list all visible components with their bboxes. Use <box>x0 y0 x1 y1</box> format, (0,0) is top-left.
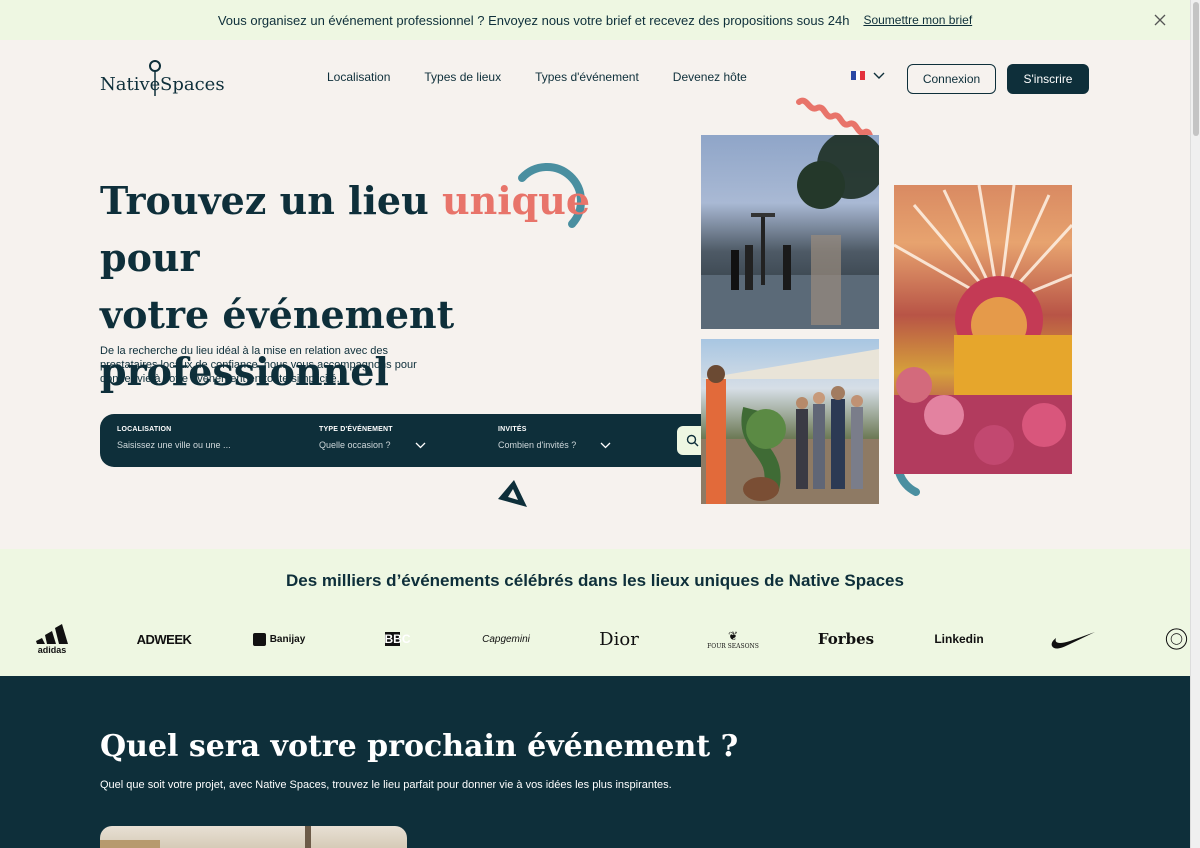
search-bar: LOCALISATION Saisissez une ville ou une … <box>100 414 760 467</box>
nike-logo <box>1048 619 1098 659</box>
language-selector[interactable] <box>851 71 885 80</box>
submit-brief-link[interactable]: Soumettre mon brief <box>863 13 972 27</box>
brands-title: Des milliers d’événements célébrés dans … <box>286 571 904 590</box>
event-type-select[interactable]: Quelle occasion ? <box>319 440 391 450</box>
nav-item-localisation[interactable]: Localisation <box>327 70 390 84</box>
dior-logo: Dior <box>599 628 639 650</box>
next-event-title: Quel sera votre prochain événement ? <box>100 729 739 764</box>
main-nav: Localisation Types de lieux Types d'évén… <box>327 70 747 84</box>
event-type-field[interactable]: TYPE D'ÉVÉNEMENT Quelle occasion ? <box>319 426 426 450</box>
adweek-logo: ADWEEK <box>136 631 192 647</box>
chevron-down-icon <box>415 442 426 448</box>
french-flag-icon <box>851 71 866 80</box>
close-icon[interactable] <box>1150 10 1170 30</box>
guests-label: INVITÉS <box>498 426 527 433</box>
venue-photo-flower-arch <box>894 185 1072 474</box>
brand-logos-row: adidas ADWEEK Banijay BBC Capgemini Dior… <box>0 619 1190 659</box>
next-event-subtitle: Quel que soit votre projet, avec Native … <box>100 779 672 791</box>
un-logo <box>1163 619 1190 659</box>
announcement-banner: Vous organisez un événement professionne… <box>0 0 1190 40</box>
venue-photo-terrace <box>701 135 879 329</box>
nav-item-types-evenement[interactable]: Types d'événement <box>535 70 639 84</box>
hero-title-accent: unique <box>441 178 591 223</box>
venue-photo-rooftop-party <box>701 339 879 504</box>
chevron-down-icon <box>873 72 885 79</box>
capgemini-logo: Capgemini <box>482 633 530 645</box>
brands-section: Des milliers d’événements célébrés dans … <box>0 549 1190 676</box>
guests-select[interactable]: Combien d'invités ? <box>498 440 576 450</box>
nav-item-devenez-hote[interactable]: Devenez hôte <box>673 70 747 84</box>
site-logo[interactable]: Native Spaces <box>100 60 225 98</box>
event-card[interactable] <box>100 826 407 848</box>
event-type-label: TYPE D'ÉVÉNEMENT <box>319 426 393 433</box>
next-event-section: Quel sera votre prochain événement ? Que… <box>0 676 1190 848</box>
location-input[interactable]: Saisissez une ville ou une ... <box>117 440 231 450</box>
four-seasons-logo: ❦ FOUR SEASONS <box>707 628 759 650</box>
hero-title-part1: Trouvez un lieu <box>100 178 442 223</box>
triangle-decoration-icon <box>498 480 527 507</box>
adidas-logo: adidas <box>30 619 74 659</box>
bbc-logo: BBC <box>384 632 411 646</box>
banner-message: Vous organisez un événement professionne… <box>217 12 850 28</box>
login-button[interactable]: Connexion <box>907 64 996 94</box>
linkedin-logo: Linkedin <box>934 632 984 646</box>
logo-word-spaces: Spaces <box>160 74 225 95</box>
location-field[interactable]: LOCALISATION Saisissez une ville ou une … <box>117 426 231 450</box>
hero-title-line2: votre événement <box>100 292 455 337</box>
hero-subtitle: De la recherche du lieu idéal à la mise … <box>100 345 417 385</box>
scrollbar-thumb[interactable] <box>1193 2 1199 136</box>
signup-button[interactable]: S'inscrire <box>1007 64 1089 94</box>
chevron-down-icon <box>600 442 611 448</box>
page-scrollbar[interactable] <box>1190 0 1200 848</box>
hero-title-part2: pour <box>100 235 200 280</box>
location-label: LOCALISATION <box>117 426 172 433</box>
banijay-logo: Banijay <box>252 619 306 659</box>
nav-item-types-lieux[interactable]: Types de lieux <box>424 70 501 84</box>
search-icon <box>686 434 698 447</box>
guests-field[interactable]: INVITÉS Combien d'invités ? <box>498 426 611 450</box>
forbes-logo: Forbes <box>817 630 875 648</box>
